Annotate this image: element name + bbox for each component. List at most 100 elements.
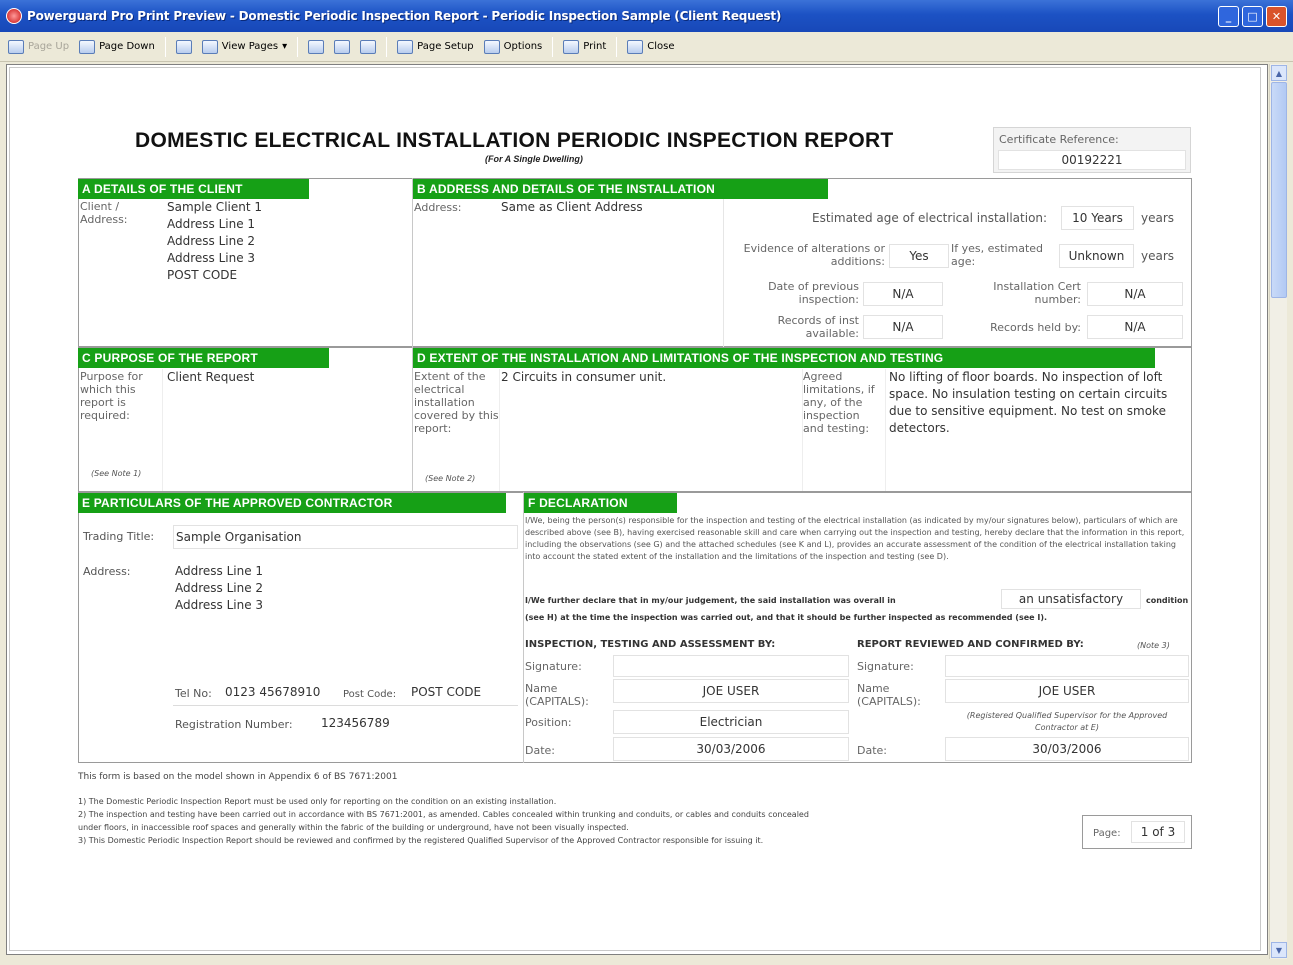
client-line: Sample Client 1 [167,200,262,214]
name-label: Name (CAPITALS): [857,682,921,708]
section-b-header: B ADDRESS AND DETAILS OF THE INSTALLATIO… [413,179,828,199]
report-subtitle: (For A Single Dwelling) [485,154,583,164]
minimize-button[interactable]: _ [1218,6,1239,27]
date-label: Date: [525,744,555,757]
purpose-label: Purpose for which this report is require… [80,370,143,422]
scroll-thumb[interactable] [1271,82,1287,298]
scroll-up-icon[interactable]: ▲ [1271,65,1287,81]
scroll-down-icon[interactable]: ▼ [1271,942,1287,958]
dropdown-arrow-icon: ▾ [282,41,288,52]
contractor-address-label: Address: [83,565,131,578]
zoom-out-button[interactable] [360,39,377,54]
page-setup-button[interactable]: Page Setup [397,39,474,54]
maximize-button[interactable]: □ [1242,6,1263,27]
est-age-value: 10 Years [1061,206,1134,230]
footer-note: 2) The inspection and testing have been … [78,810,809,819]
close-icon [627,39,644,54]
close-button[interactable]: Close [627,39,675,54]
divider [885,369,886,491]
overall-condition-value: an unsatisfactory [1001,589,1141,609]
toolbar-separator [552,36,554,57]
single-page-icon [175,39,192,54]
section-e-header: E PARTICULARS OF THE APPROVED CONTRACTOR [78,493,506,513]
toolbar-separator [616,36,618,57]
options-icon [483,39,500,54]
preview-pane[interactable]: DOMESTIC ELECTRICAL INSTALLATION PERIODI… [6,64,1268,955]
section-a-header: A DETAILS OF THE CLIENT [78,179,309,199]
reviewed-by-title: REPORT REVIEWED AND CONFIRMED BY: [857,639,1084,650]
cert-ref-label: Certificate Reference: [999,133,1119,146]
condition-word: condition [1146,596,1189,605]
toolbar-separator [386,36,388,57]
cert-number-value: N/A [1087,282,1183,306]
divider [723,199,724,347]
print-label: Print [583,41,607,52]
tel-label: Tel No: [175,687,212,700]
limitations-value: No lifting of floor boards. No inspectio… [889,370,1168,435]
window-titlebar: Powerguard Pro Print Preview - Domestic … [0,0,1293,32]
name-label: Name (CAPITALS): [525,682,589,708]
inspector-position: Electrician [613,710,849,734]
page-down-label: Page Down [99,41,155,52]
postcode-value: POST CODE [411,685,482,699]
divider [173,705,518,706]
report-page: DOMESTIC ELECTRICAL INSTALLATION PERIODI… [7,65,1267,954]
client-line: POST CODE [167,268,238,282]
footer-note: 1) The Domestic Periodic Inspection Repo… [78,797,557,806]
page-up-button[interactable]: Page Up [8,39,69,54]
extent-value: 2 Circuits in consumer unit. [501,370,667,384]
divider [499,369,500,491]
records-label: Records of inst available: [777,314,859,340]
note-3-ref: (Note 3) [1137,641,1170,650]
zoom-in-button[interactable] [334,39,351,54]
window-title: Powerguard Pro Print Preview - Domestic … [27,9,782,23]
footer-note: 3) This Domestic Periodic Inspection Rep… [78,836,764,845]
page-width-button[interactable] [308,39,325,54]
alt-age-label: If yes, estimated age: [951,242,1044,268]
page-value: 1 of 3 [1131,821,1185,843]
divider [162,369,163,491]
install-address: Same as Client Address [501,200,643,214]
print-button[interactable]: Print [563,39,607,54]
est-age-label: Estimated age of electrical installation… [812,211,1048,225]
report-title: DOMESTIC ELECTRICAL INSTALLATION PERIODI… [135,129,894,152]
toolbar-separator [164,36,166,57]
declaration-text: I/We, being the person(s) responsible fo… [525,516,1185,561]
registration-label: Registration Number: [175,718,293,731]
years-label: years [1141,249,1175,263]
vertical-scrollbar[interactable]: ▲ ▼ [1269,64,1287,959]
zoom-in-icon [334,39,351,54]
address-label: Address: [80,213,128,226]
page-down-button[interactable]: Page Down [79,39,155,54]
purpose-value: Client Request [167,370,255,384]
alterations-value: Yes [889,244,949,268]
trading-title-value: Sample Organisation [173,525,518,549]
reviewer-date: 30/03/2006 [945,737,1189,761]
section-d-header: D EXTENT OF THE INSTALLATION AND LIMITAT… [413,348,1155,368]
model-note: This form is based on the model shown in… [78,772,398,782]
toolbar-separator [297,36,299,57]
client-line: Address Line 3 [167,251,256,265]
view-pages-label: View Pages [221,41,279,52]
page-setup-icon [397,39,414,54]
page-number-box: Page: 1 of 3 [1082,815,1192,849]
view-pages-button[interactable]: View Pages ▾ [201,39,288,54]
options-button[interactable]: Options [483,39,542,54]
footer-note: under floors, in inaccessible roof space… [78,823,629,832]
install-address-label: Address: [414,201,462,214]
inspector-signature [613,655,849,677]
app-icon [6,8,22,24]
alt-age-value: Unknown [1059,244,1134,268]
cert-number-label: Installation Cert number: [993,280,1081,306]
see-note-1: (See Note 1) [91,469,142,478]
page-label: Page: [1093,828,1121,839]
inspector-name: JOE USER [613,679,849,703]
single-page-button[interactable] [175,39,192,54]
close-window-button[interactable]: ✕ [1266,6,1287,27]
trading-title-label: Trading Title: [83,530,155,543]
client-line: Address Line 1 [167,217,256,231]
section-c-header: C PURPOSE OF THE REPORT [78,348,329,368]
reviewer-signature [945,655,1189,677]
records-held-label: Records held by: [990,321,1081,334]
inspection-by-title: INSPECTION, TESTING AND ASSESSMENT BY: [525,639,776,650]
